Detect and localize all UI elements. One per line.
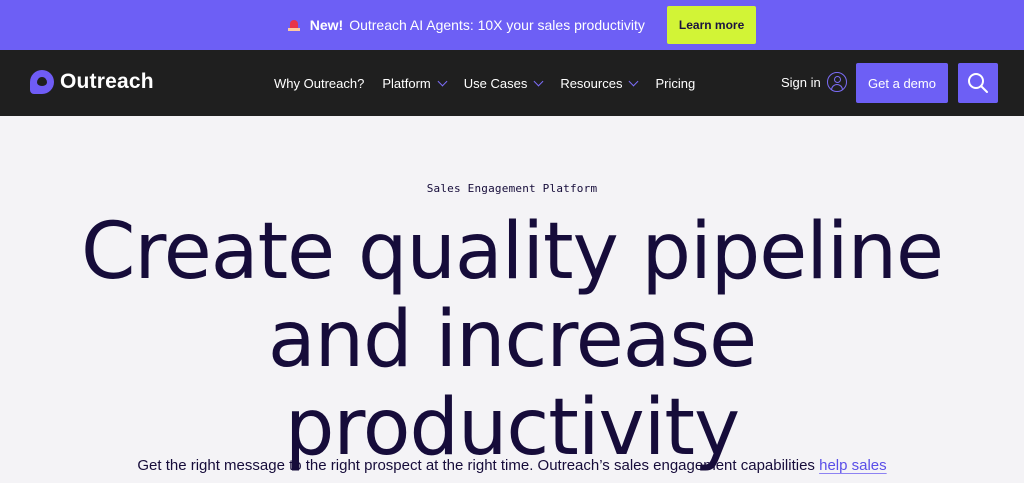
nav-item-label: Resources [560, 75, 623, 91]
nav-item-why-outreach[interactable]: Why Outreach? [274, 76, 364, 91]
nav-menu: Why Outreach? Platform Use Cases Resourc… [274, 50, 695, 116]
nav-item-pricing[interactable]: Pricing [655, 76, 695, 91]
logo-text: Outreach [60, 70, 154, 93]
nav-item-use-cases[interactable]: Use Cases [463, 75, 544, 91]
nav-item-label: Pricing [655, 75, 696, 91]
learn-more-button[interactable]: Learn more [666, 6, 757, 44]
nav-item-platform[interactable]: Platform [382, 75, 448, 91]
hero-description: Get the right message to the right prosp… [0, 457, 1024, 474]
nav-item-resources[interactable]: Resources [560, 75, 639, 91]
chevron-down-icon [629, 76, 639, 86]
help-sales-link[interactable]: help sales [819, 457, 887, 474]
announcement-content: New! Outreach AI Agents: 10X your sales … [287, 6, 757, 44]
siren-icon [287, 19, 300, 31]
search-icon [968, 73, 988, 93]
sign-in-label: Sign in [781, 74, 821, 90]
chevron-down-icon [533, 76, 544, 86]
hero-headline: Create quality pipeline and increase pro… [62, 208, 962, 472]
search-button[interactable] [958, 63, 998, 103]
get-demo-button[interactable]: Get a demo [856, 63, 948, 103]
hero-description-text: Get the right message to the right prosp… [137, 457, 815, 474]
nav-item-label: Use Cases [463, 75, 528, 91]
announcement-new-label: New! [309, 17, 344, 33]
announcement-text: New! Outreach AI Agents: 10X your sales … [287, 17, 645, 33]
sign-in-link[interactable]: Sign in [781, 72, 847, 92]
headline-line-1: Create quality pipeline [80, 207, 944, 297]
outreach-logo-icon [30, 70, 54, 94]
nav-item-label: Platform [382, 75, 431, 91]
logo[interactable]: Outreach [30, 70, 154, 94]
headline-line-2: and increase [267, 295, 757, 385]
chevron-down-icon [437, 76, 448, 86]
nav-item-label: Why Outreach? [274, 75, 365, 91]
announcement-message: Outreach AI Agents: 10X your sales produ… [349, 17, 645, 33]
user-icon [826, 72, 847, 92]
hero-eyebrow: Sales Engagement Platform [426, 182, 598, 195]
announcement-bar: New! Outreach AI Agents: 10X your sales … [0, 0, 1024, 50]
main-nav: Outreach Why Outreach? Platform Use Case… [0, 50, 1024, 116]
